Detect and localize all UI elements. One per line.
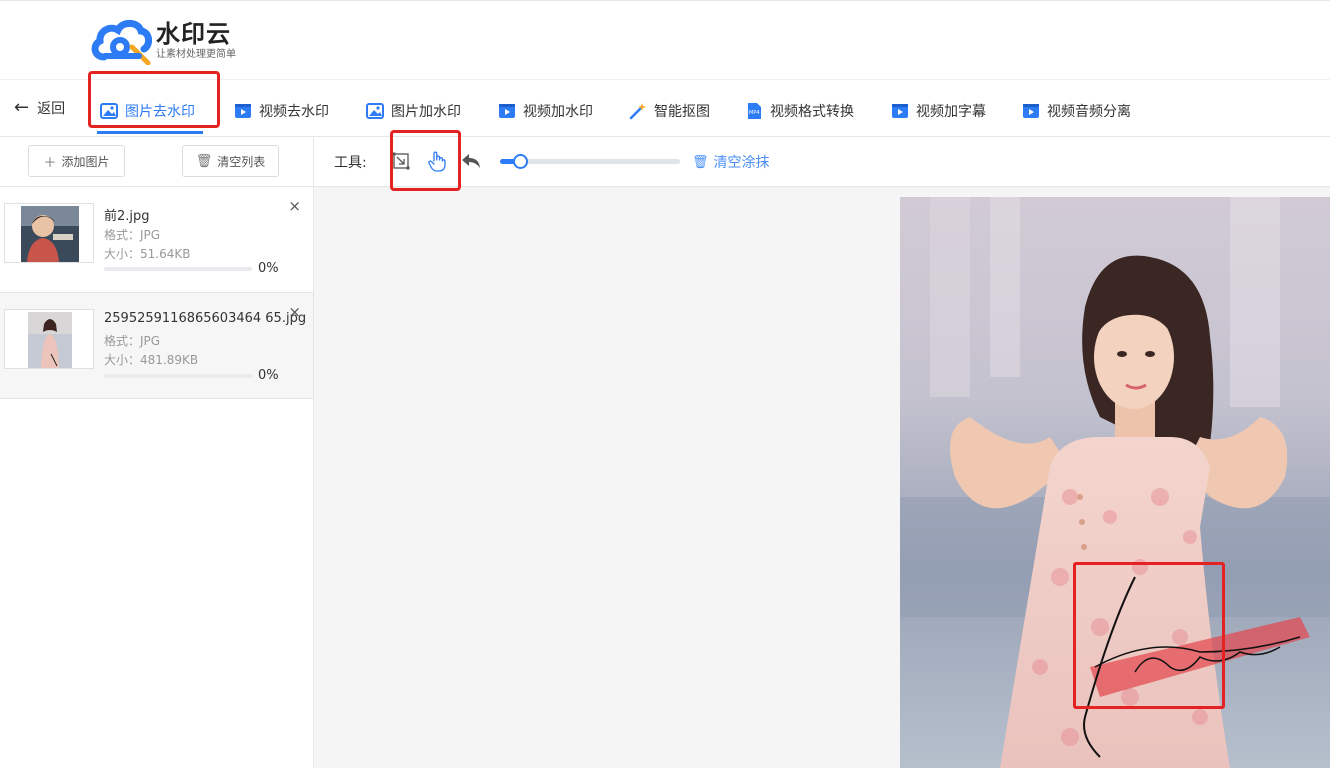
tab-smart-cutout[interactable]: 智能抠图 bbox=[629, 98, 710, 124]
tab-video-add-watermark[interactable]: 视频加水印 bbox=[498, 98, 593, 124]
tab-label: 视频加字幕 bbox=[916, 104, 986, 120]
file-progress-bar bbox=[104, 267, 252, 271]
slider-knob[interactable] bbox=[512, 154, 528, 169]
tab-image-add-watermark[interactable]: 图片加水印 bbox=[366, 98, 461, 124]
file-list-item[interactable]: 前2.jpg 格式：JPG 大小：51.64KB 0% × bbox=[0, 187, 313, 293]
back-button[interactable]: ← 返回 bbox=[14, 98, 65, 118]
file-progress-percent: 0% bbox=[258, 261, 279, 276]
file-format: 格式：JPG bbox=[104, 228, 161, 242]
tab-video-add-subtitle[interactable]: 视频加字幕 bbox=[891, 98, 986, 124]
tab-label: 视频去水印 bbox=[259, 104, 329, 120]
mp4-file-icon: MP4 bbox=[748, 103, 761, 119]
highlight-box-nav bbox=[88, 71, 220, 128]
video-icon bbox=[892, 104, 908, 118]
tab-label: 智能抠图 bbox=[654, 104, 710, 120]
undo-icon bbox=[462, 154, 480, 168]
remove-file-icon[interactable]: × bbox=[288, 305, 301, 320]
file-size: 大小：481.89KB bbox=[104, 353, 199, 367]
logo-subtitle: 让素材处理更简单 bbox=[156, 49, 236, 60]
file-thumbnail bbox=[4, 309, 94, 369]
app-header: 水印云 让素材处理更简单 bbox=[0, 0, 1330, 80]
file-progress-percent: 0% bbox=[258, 368, 279, 383]
clear-brush-button[interactable]: 🗑 清空涂抹 bbox=[692, 152, 770, 172]
magic-wand-icon bbox=[629, 103, 646, 120]
tools-bar: 工具: 🗑 清空涂抹 bbox=[314, 137, 1330, 187]
highlight-box-tools bbox=[390, 130, 461, 191]
svg-text:MP4: MP4 bbox=[749, 110, 760, 116]
cloud-logo-icon bbox=[91, 19, 152, 65]
app-logo[interactable]: 水印云 让素材处理更简单 bbox=[90, 17, 236, 65]
brush-size-slider[interactable] bbox=[500, 154, 680, 169]
tab-video-format-convert[interactable]: MP4 视频格式转换 bbox=[745, 98, 854, 124]
clear-list-button[interactable]: 🗑 清空列表 bbox=[182, 145, 279, 177]
file-thumbnail bbox=[4, 203, 94, 263]
plus-icon: ＋ bbox=[43, 155, 57, 171]
trash-icon: 🗑 bbox=[692, 154, 709, 170]
add-image-button[interactable]: ＋ 添加图片 bbox=[28, 145, 125, 177]
file-list-toolbar: ＋ 添加图片 🗑 清空列表 bbox=[0, 137, 313, 187]
file-format: 格式：JPG bbox=[104, 334, 161, 348]
add-image-label: 添加图片 bbox=[61, 154, 110, 169]
logo-title: 水印云 bbox=[156, 20, 231, 48]
file-name: 前2.jpg bbox=[104, 209, 150, 224]
video-icon bbox=[499, 104, 515, 118]
image-icon bbox=[366, 103, 384, 119]
tab-video-remove-watermark[interactable]: 视频去水印 bbox=[234, 98, 329, 124]
back-label: 返回 bbox=[37, 101, 66, 117]
file-size: 大小：51.64KB bbox=[104, 247, 191, 261]
file-list-item[interactable]: 2595259116865603464 65.jpg 格式：JPG 大小：481… bbox=[0, 293, 313, 399]
arrow-left-icon: ← bbox=[14, 97, 30, 118]
clear-brush-label: 清空涂抹 bbox=[713, 155, 770, 171]
tab-label: 视频音频分离 bbox=[1047, 104, 1131, 120]
trash-icon: 🗑 bbox=[195, 153, 213, 169]
remove-file-icon[interactable]: × bbox=[288, 199, 301, 214]
video-icon bbox=[235, 104, 251, 118]
tools-label: 工具: bbox=[334, 155, 367, 171]
file-progress-bar bbox=[104, 374, 252, 378]
clear-list-label: 清空列表 bbox=[217, 154, 266, 169]
tab-label: 视频加水印 bbox=[523, 104, 593, 120]
file-list-panel: ＋ 添加图片 🗑 清空列表 前2.jpg 格式：JPG 大小：51.64KB 0… bbox=[0, 137, 314, 768]
tab-video-audio-separate[interactable]: 视频音频分离 bbox=[1022, 98, 1131, 124]
active-tab-underline bbox=[97, 131, 203, 134]
tab-label: 视频格式转换 bbox=[770, 104, 854, 120]
file-name: 2595259116865603464 65.jpg bbox=[104, 311, 307, 326]
tab-label: 图片加水印 bbox=[391, 104, 461, 120]
highlight-box-watermark bbox=[1073, 562, 1225, 709]
video-icon bbox=[1023, 104, 1039, 118]
undo-button[interactable] bbox=[460, 150, 482, 172]
